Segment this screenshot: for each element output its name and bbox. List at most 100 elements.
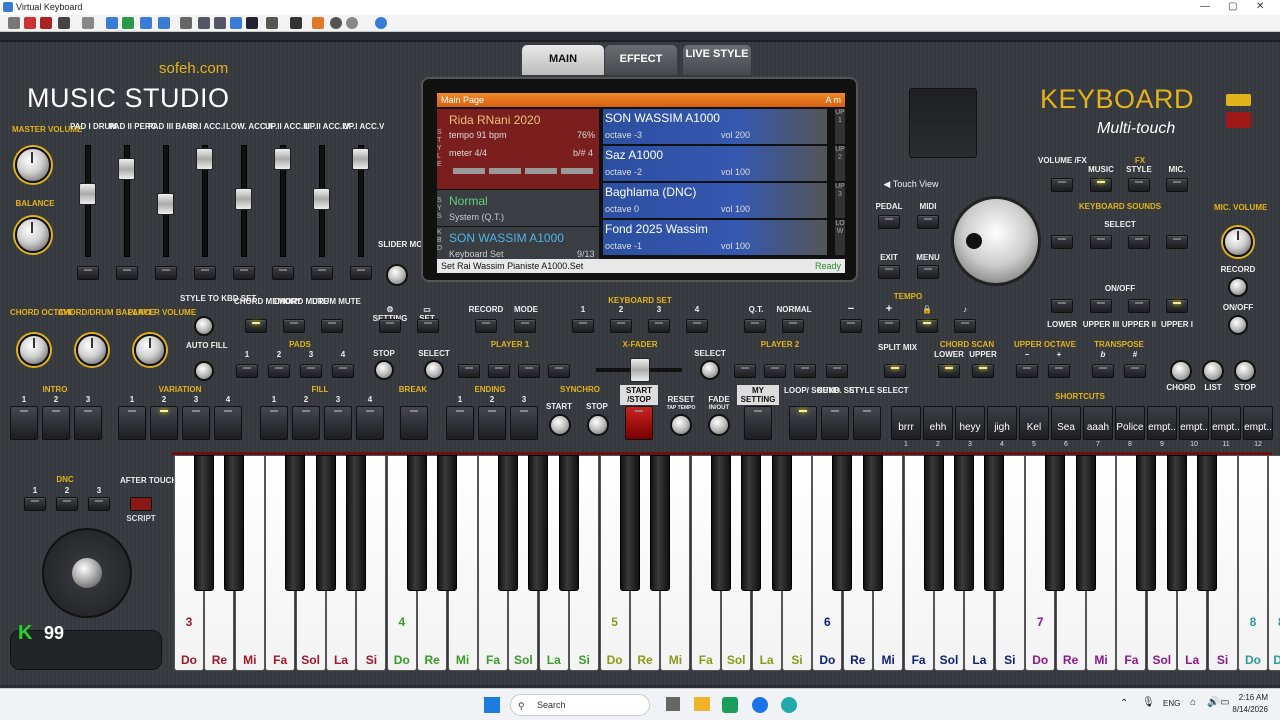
keyboard-app-icon[interactable] bbox=[781, 697, 797, 713]
style-panel[interactable]: Rida RNani 2020 tempo 91 bpm 76% meter 4… bbox=[437, 109, 599, 189]
wav-icon[interactable] bbox=[40, 17, 52, 29]
windows-start-icon[interactable] bbox=[484, 697, 500, 713]
setting-button[interactable] bbox=[379, 319, 401, 333]
break-1-button[interactable] bbox=[400, 406, 428, 440]
kbset-3-button[interactable] bbox=[648, 319, 670, 333]
pad-3-button[interactable] bbox=[300, 364, 322, 378]
black-key[interactable] bbox=[1045, 455, 1066, 591]
sound-select-upper3[interactable] bbox=[1090, 235, 1112, 249]
black-key[interactable] bbox=[741, 455, 762, 591]
onoff-upper3[interactable] bbox=[1090, 299, 1112, 313]
fill-4-button[interactable] bbox=[356, 406, 384, 440]
chord-scan-upper-button[interactable] bbox=[972, 364, 994, 378]
piano-icon[interactable] bbox=[180, 17, 192, 29]
app-icon-green[interactable] bbox=[722, 697, 738, 713]
onoff-upper2[interactable] bbox=[1128, 299, 1150, 313]
pad-2-button[interactable] bbox=[268, 364, 290, 378]
midi-button[interactable] bbox=[917, 215, 939, 229]
player-volume-knob[interactable] bbox=[134, 334, 166, 366]
shortcut-button-8[interactable]: Police bbox=[1115, 406, 1145, 440]
fill-2-button[interactable] bbox=[292, 406, 320, 440]
slider-mode-knob[interactable] bbox=[386, 264, 408, 286]
black-key[interactable] bbox=[1166, 455, 1187, 591]
mic-icon[interactable]: 🎙 bbox=[1142, 697, 1155, 708]
synchro-start-knob[interactable] bbox=[549, 414, 571, 436]
player2-select-knob[interactable] bbox=[700, 360, 720, 380]
fx-mic-button[interactable] bbox=[1166, 178, 1188, 192]
list-knob[interactable] bbox=[1202, 360, 1224, 382]
ending-1-button[interactable] bbox=[446, 406, 474, 440]
variation-1-button[interactable] bbox=[118, 406, 146, 440]
shortcut-button-4[interactable]: jigh bbox=[987, 406, 1017, 440]
tab-live-style[interactable]: LIVE STYLE bbox=[683, 45, 751, 75]
player2-forward[interactable] bbox=[764, 364, 786, 378]
vst-icon[interactable] bbox=[82, 17, 94, 29]
monitor-icon[interactable] bbox=[246, 17, 258, 29]
stop-knob[interactable] bbox=[1234, 360, 1256, 382]
pads-stop-knob[interactable] bbox=[374, 360, 394, 380]
player1-forward[interactable] bbox=[488, 364, 510, 378]
chord-octave-knob[interactable] bbox=[18, 334, 50, 366]
joystick-handle[interactable] bbox=[72, 558, 102, 588]
intro-1-button[interactable] bbox=[10, 406, 38, 440]
black-key[interactable] bbox=[194, 455, 214, 591]
slider-handle-2[interactable] bbox=[157, 193, 174, 215]
chord-mute-button[interactable] bbox=[283, 319, 305, 333]
record-button[interactable] bbox=[475, 319, 497, 333]
slider-button-0[interactable] bbox=[77, 266, 99, 280]
slider-button-5[interactable] bbox=[272, 266, 294, 280]
black-key[interactable] bbox=[1197, 455, 1218, 591]
fill-3-button[interactable] bbox=[324, 406, 352, 440]
open-icon[interactable] bbox=[8, 17, 20, 29]
black-key[interactable] bbox=[437, 455, 458, 591]
network-icon[interactable]: ⌂ bbox=[1190, 697, 1196, 708]
shortcut-button-1[interactable]: brrr bbox=[891, 406, 921, 440]
record-mic-knob[interactable] bbox=[1228, 277, 1248, 297]
player2-rewind[interactable] bbox=[734, 364, 756, 378]
my-setting-button[interactable] bbox=[744, 406, 772, 440]
transpose-sharp[interactable] bbox=[1124, 364, 1146, 378]
split-mix-button[interactable] bbox=[884, 364, 906, 378]
balance-knob[interactable] bbox=[15, 217, 51, 253]
slider-button-2[interactable] bbox=[155, 266, 177, 280]
master-volume-knob[interactable] bbox=[15, 147, 51, 183]
touch-view-label[interactable]: ◀ Touch View bbox=[876, 180, 946, 189]
mic-volume-knob[interactable] bbox=[1223, 227, 1253, 257]
loop-sound-button[interactable] bbox=[789, 406, 817, 440]
language-indicator[interactable]: ENG bbox=[1163, 699, 1180, 708]
chord-scan-lower-button[interactable] bbox=[938, 364, 960, 378]
black-key[interactable] bbox=[984, 455, 1005, 591]
chrome-icon[interactable] bbox=[752, 697, 768, 713]
set-button[interactable] bbox=[417, 319, 439, 333]
black-key[interactable] bbox=[558, 455, 579, 591]
black-key[interactable] bbox=[771, 455, 792, 591]
black-key[interactable] bbox=[1075, 455, 1096, 591]
grid-icon[interactable] bbox=[158, 17, 170, 29]
keyboard-set-panel[interactable]: SON WASSIM A1000 Keyboard Set 9/13 bbox=[437, 227, 599, 263]
mode-button[interactable] bbox=[514, 319, 536, 333]
window-icon[interactable] bbox=[214, 17, 226, 29]
qt-button[interactable] bbox=[744, 319, 766, 333]
style-to-kbd-knob[interactable] bbox=[194, 316, 214, 336]
chord-knob[interactable] bbox=[1170, 360, 1192, 382]
slider-button-3[interactable] bbox=[194, 266, 216, 280]
xfader-handle[interactable] bbox=[630, 358, 650, 382]
black-key[interactable] bbox=[346, 455, 366, 591]
black-key[interactable] bbox=[619, 455, 640, 591]
black-key[interactable] bbox=[1136, 455, 1157, 591]
shortcut-button-11[interactable]: empt.. bbox=[1211, 406, 1241, 440]
shortcut-button-5[interactable]: Kel bbox=[1019, 406, 1049, 440]
midi-icon[interactable] bbox=[24, 17, 36, 29]
player1-play[interactable] bbox=[548, 364, 570, 378]
onoff-upper1[interactable] bbox=[1166, 299, 1188, 313]
shortcut-button-7[interactable]: aaah bbox=[1083, 406, 1113, 440]
sound-select-lower[interactable] bbox=[1051, 235, 1073, 249]
auto-fill-knob[interactable] bbox=[194, 361, 214, 381]
fill-1-button[interactable] bbox=[260, 406, 288, 440]
variation-2-button[interactable] bbox=[150, 406, 178, 440]
dnc-3-button[interactable] bbox=[88, 497, 110, 511]
slider-handle-1[interactable] bbox=[118, 158, 135, 180]
help-icon[interactable] bbox=[375, 17, 387, 29]
fx-music-button[interactable] bbox=[1090, 178, 1112, 192]
shortcut-button-2[interactable]: ehh bbox=[923, 406, 953, 440]
